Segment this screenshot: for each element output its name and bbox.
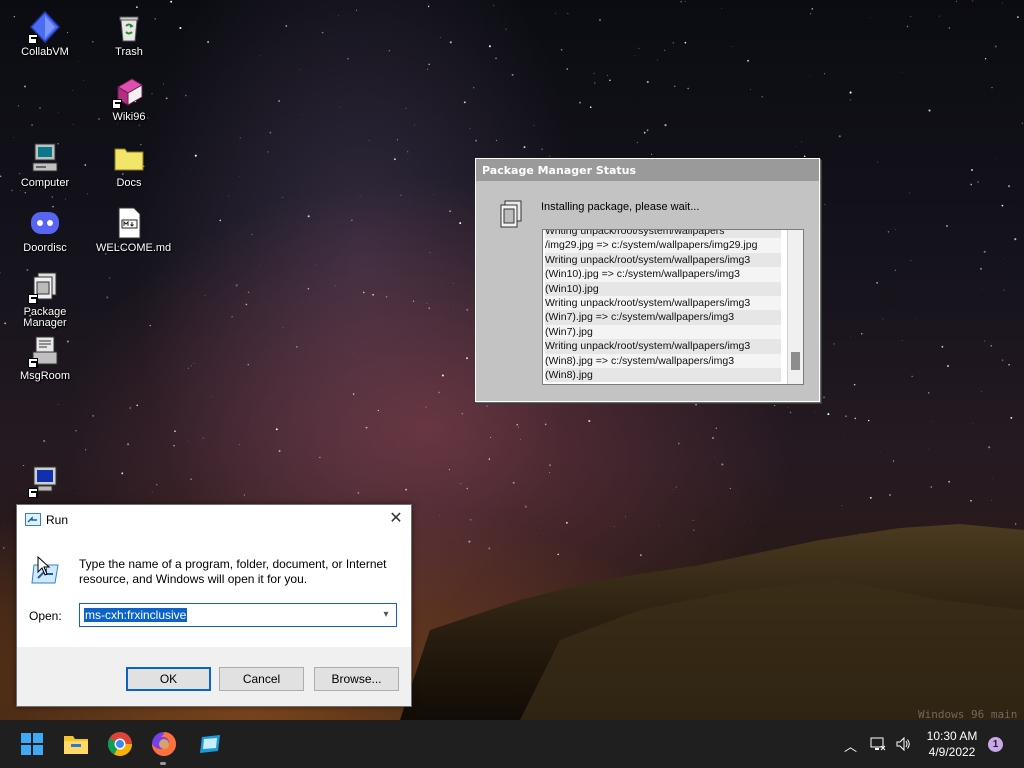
icon-label: WELCOME.md: [96, 242, 172, 254]
network-icon[interactable]: [870, 736, 886, 752]
browse-button[interactable]: Browse...: [314, 667, 399, 691]
file-explorer-icon[interactable]: [62, 730, 90, 758]
run-body: Type the name of a program, folder, docu…: [17, 535, 411, 647]
icon-label: Computer: [20, 177, 70, 189]
log-line: Writing unpack/root/system/wallpapers/im…: [545, 339, 781, 354]
start-icon[interactable]: [18, 730, 46, 758]
book-icon: [112, 75, 146, 109]
desktop-icon-monitor[interactable]: [12, 464, 78, 501]
desktop-icon-wiki96[interactable]: Wiki96: [96, 75, 162, 123]
icon-label: Docs: [116, 177, 142, 189]
run-footer: OK Cancel Browse...: [17, 647, 411, 706]
scrollbar-thumb[interactable]: [791, 352, 800, 370]
desktop-icon-computer[interactable]: Computer: [12, 141, 78, 189]
package-manager-window[interactable]: Package Manager Status Installing packag…: [475, 158, 820, 402]
discord-icon: [28, 206, 62, 240]
volume-icon[interactable]: [895, 736, 911, 752]
icon-label: Package Manager: [23, 306, 67, 329]
collabvm-icon: [28, 10, 62, 44]
chrome-icon[interactable]: [106, 730, 134, 758]
ok-button[interactable]: OK: [126, 667, 211, 691]
open-combobox[interactable]: ms-cxh:frxinclusive ▾: [79, 603, 397, 627]
run-dialog[interactable]: Run ✕ Type the name of a program, folder…: [16, 504, 412, 707]
clock-date: 4/9/2022: [928, 745, 976, 759]
open-label: Open:: [29, 609, 62, 623]
chevron-down-icon[interactable]: ▾: [380, 608, 392, 622]
log-line: /img29.jpg => c:/system/wallpapers/img29…: [545, 238, 781, 253]
run-title: Run: [46, 513, 69, 527]
log-line: (Win7).jpg => c:/system/wallpapers/img3: [545, 310, 781, 325]
status-message: Installing package, please wait...: [541, 201, 700, 213]
icon-label: Trash: [115, 46, 143, 58]
run-icon: [25, 513, 41, 526]
run-titlebar[interactable]: Run ✕: [17, 505, 411, 535]
mouse-cursor-icon: [37, 555, 51, 576]
desktop-icon-docs[interactable]: Docs: [96, 141, 162, 189]
windows96-icon[interactable]: [196, 730, 224, 758]
running-indicator: [160, 762, 166, 765]
close-icon[interactable]: ✕: [388, 511, 404, 527]
log-line: Writing unpack/root/system/wallpapers: [545, 230, 781, 239]
folder-icon: [112, 141, 146, 175]
window-title[interactable]: Package Manager Status: [476, 159, 819, 181]
icon-label: Doordisc: [23, 242, 67, 254]
run-description: Type the name of a program, folder, docu…: [79, 557, 387, 586]
trash-icon: [112, 10, 146, 44]
log-lines: Writing unpack/root/system/wallpapers/im…: [545, 230, 781, 383]
clock-time: 10:30 AM: [926, 729, 978, 743]
log-line: Writing unpack/root/system/wallpapers/im…: [545, 252, 781, 268]
log-line: (Win8).jpg: [545, 368, 781, 383]
cancel-button[interactable]: Cancel: [219, 667, 304, 691]
log-scrollbar[interactable]: [787, 230, 803, 384]
open-input-value[interactable]: ms-cxh:frxinclusive: [84, 608, 188, 622]
markdown-file-icon: [112, 206, 146, 240]
install-log[interactable]: Writing unpack/root/system/wallpapers/im…: [542, 229, 804, 385]
package-icon: [496, 199, 526, 229]
log-line: (Win8).jpg => c:/system/wallpapers/img3: [545, 353, 781, 369]
monitor-icon: [28, 464, 62, 498]
desktop-icon-package-manager[interactable]: Package Manager: [12, 270, 78, 329]
desktop-icon-doordisc[interactable]: Doordisc: [12, 206, 78, 254]
taskbar: ︿ 10:30 AM 4/9/2022 1: [0, 720, 1024, 768]
icon-label: Wiki96: [112, 111, 146, 123]
package-manager-icon: [28, 270, 62, 304]
desktop-icon-msgroom[interactable]: MsgRoom: [12, 334, 78, 382]
chevron-up-icon[interactable]: ︿: [844, 736, 860, 754]
log-line: (Win7).jpg: [545, 324, 781, 340]
clock[interactable]: 10:30 AM 4/9/2022: [920, 728, 984, 760]
log-line: (Win10).jpg => c:/system/wallpapers/img3: [545, 267, 781, 282]
log-line: Writing unpack/root/system/wallpapers/im…: [545, 296, 781, 311]
msgroom-icon: [28, 334, 62, 368]
notification-badge[interactable]: 1: [988, 737, 1003, 752]
desktop-icon-welcome[interactable]: WELCOME.md: [96, 206, 172, 254]
firefox-icon[interactable]: [150, 730, 178, 758]
icon-label: MsgRoom: [19, 370, 71, 382]
icon-label: CollabVM: [21, 46, 69, 58]
desktop-icon-collabvm[interactable]: CollabVM: [12, 10, 78, 58]
computer-icon: [28, 141, 62, 175]
desktop-icon-trash[interactable]: Trash: [96, 10, 162, 58]
log-line: (Win10).jpg: [545, 281, 781, 297]
